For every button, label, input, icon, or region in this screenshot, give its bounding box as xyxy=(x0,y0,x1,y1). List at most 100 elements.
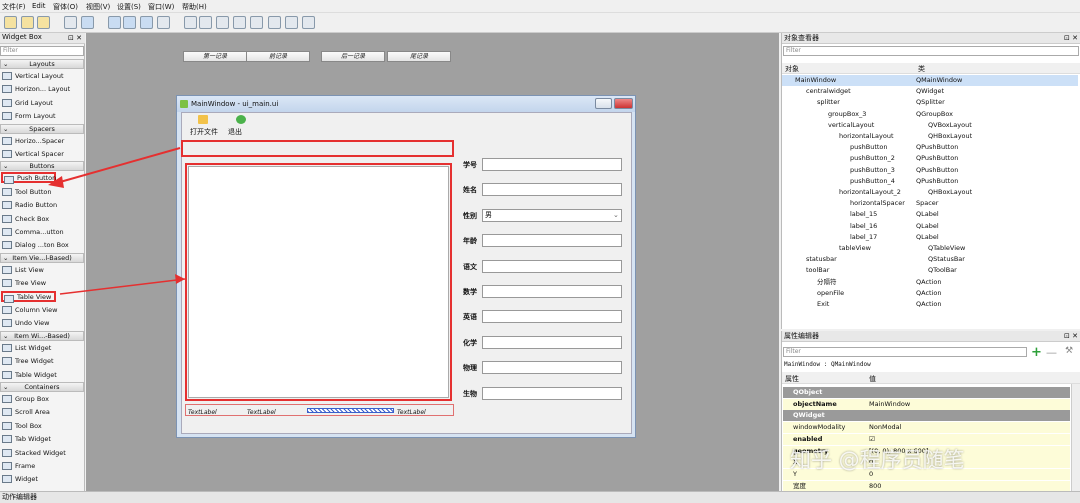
minimize-button[interactable] xyxy=(595,98,612,109)
widget-item[interactable]: Check Box xyxy=(1,213,49,225)
toolbar-tool-icon[interactable] xyxy=(268,16,281,29)
widget-item[interactable]: Vertical Layout xyxy=(1,70,64,82)
chevron-down-icon[interactable]: ⌄ xyxy=(613,211,619,219)
widget-item[interactable]: Group Box xyxy=(1,393,49,405)
property-row[interactable]: windowModality NonModal xyxy=(783,422,1070,434)
object-row[interactable]: pushButton_3 QPushButton xyxy=(782,165,1078,176)
object-filter-input[interactable]: Filter xyxy=(783,46,1079,56)
property-row[interactable]: 宽度 800 xyxy=(783,480,1070,492)
form-input[interactable] xyxy=(482,158,622,171)
widget-item[interactable]: Column View xyxy=(1,304,57,316)
action-icon[interactable] xyxy=(236,115,246,124)
form-input[interactable] xyxy=(482,386,622,400)
property-filter-input[interactable]: Filter xyxy=(783,347,1027,357)
widget-item[interactable]: Tool Box xyxy=(1,420,42,432)
widget-item[interactable]: Undo View xyxy=(1,317,49,329)
form-input[interactable] xyxy=(482,310,622,324)
toolbar-tool-icon[interactable] xyxy=(233,16,246,29)
widget-category[interactable]: ⌄ Buttons xyxy=(0,161,84,172)
widget-category[interactable]: ⌄ Containers xyxy=(0,382,84,392)
form-input[interactable] xyxy=(482,234,622,248)
close-button[interactable] xyxy=(614,98,633,109)
dock-buttons[interactable]: ⊡ ✕ xyxy=(1064,34,1078,42)
property-section[interactable]: QWidget xyxy=(783,410,1070,422)
object-row[interactable]: toolBar QToolBar xyxy=(782,265,1078,276)
toolbar-tool-icon[interactable] xyxy=(81,16,94,29)
widget-item[interactable]: Push Button xyxy=(1,172,56,185)
widget-item[interactable]: Grid Layout xyxy=(1,97,53,109)
widget-item[interactable]: Horizo...Spacer xyxy=(1,135,64,147)
toolbar-tool-icon[interactable] xyxy=(21,16,34,29)
widget-item[interactable]: Vertical Spacer xyxy=(1,148,64,160)
form-input[interactable] xyxy=(482,361,622,375)
toolbar-tool-icon[interactable] xyxy=(108,16,121,29)
dock-buttons[interactable]: ⊡ ✕ xyxy=(1064,332,1078,340)
form-input[interactable] xyxy=(482,285,622,298)
wrench-icon[interactable]: ⚒ xyxy=(1065,346,1073,356)
menu-item[interactable]: 文件(F) xyxy=(2,2,26,12)
widget-item[interactable]: List Widget xyxy=(1,342,51,354)
menu-item[interactable]: 窗体(O) xyxy=(53,2,78,12)
object-row[interactable]: Exit QAction xyxy=(782,299,1078,310)
widget-item[interactable]: List View xyxy=(1,264,44,276)
object-row[interactable]: pushButton_4 QPushButton xyxy=(782,176,1078,187)
widget-item[interactable]: Scroll Area xyxy=(1,406,50,418)
toolbar-tool-icon[interactable] xyxy=(184,16,197,29)
object-row[interactable]: label_17 QLabel xyxy=(782,232,1078,243)
nav-push-button[interactable]: 尾记录 xyxy=(387,51,451,62)
widget-filter-input[interactable]: Filter xyxy=(0,46,84,56)
object-row[interactable]: centralwidget QWidget xyxy=(782,86,1078,97)
widget-item[interactable]: Tool Button xyxy=(1,186,51,198)
widget-item[interactable]: Frame xyxy=(1,460,35,472)
form-input[interactable] xyxy=(482,259,622,273)
widget-item[interactable]: Tree Widget xyxy=(1,355,54,367)
object-row[interactable]: horizontalSpacer Spacer xyxy=(782,198,1078,209)
widget-item[interactable]: Widget xyxy=(1,473,38,485)
menu-item[interactable]: 设置(S) xyxy=(117,2,141,12)
widget-item[interactable]: Table View xyxy=(1,290,56,303)
remove-property-icon[interactable]: — xyxy=(1046,346,1057,359)
object-row[interactable]: label_15 QLabel xyxy=(782,209,1078,220)
widget-item[interactable]: Tree View xyxy=(1,277,46,289)
form-input[interactable] xyxy=(482,335,622,349)
toolbar-tool-icon[interactable] xyxy=(4,16,17,29)
object-row[interactable]: pushButton QPushButton xyxy=(782,142,1078,153)
object-row[interactable]: pushButton_2 QPushButton xyxy=(782,153,1078,164)
object-row[interactable]: horizontalLayout_2 QHBoxLayout xyxy=(782,187,1078,198)
toolbar-tool-icon[interactable] xyxy=(216,16,229,29)
widget-category[interactable]: ⌄ Layouts xyxy=(0,59,84,69)
nav-push-button[interactable]: 前记录 xyxy=(246,51,310,62)
toolbar-tool-icon[interactable] xyxy=(157,16,170,29)
widget-item[interactable]: Stacked Widget xyxy=(1,447,66,459)
object-row[interactable]: MainWindow QMainWindow xyxy=(782,75,1078,86)
widget-item[interactable]: Form Layout xyxy=(1,110,56,122)
action-editor-bar[interactable]: 动作编辑器 xyxy=(0,491,1080,503)
action-label[interactable]: 打开文件 xyxy=(190,127,218,137)
widget-category[interactable]: ⌄ Item Vie...l-Based) xyxy=(0,252,84,263)
action-icon[interactable] xyxy=(198,115,208,124)
property-row[interactable]: objectName MainWindow xyxy=(783,398,1070,410)
object-row[interactable]: openFile QAction xyxy=(782,288,1078,299)
object-row[interactable]: groupBox_3 QGroupBox xyxy=(782,109,1078,120)
object-row[interactable]: tableView QTableView xyxy=(782,243,1078,254)
toolbar-tool-icon[interactable] xyxy=(250,16,263,29)
object-row[interactable]: statusbar QStatusBar xyxy=(782,254,1078,265)
widget-category[interactable]: ⌄ Item Wi...-Based) xyxy=(0,330,84,341)
object-row[interactable]: splitter QSplitter xyxy=(782,97,1078,108)
toolbar-tool-icon[interactable] xyxy=(302,16,315,29)
object-row[interactable]: horizontalLayout QHBoxLayout xyxy=(782,131,1078,142)
dock-buttons[interactable]: ⊡ ✕ xyxy=(68,34,82,42)
nav-push-button[interactable]: 第一记录 xyxy=(183,51,247,62)
toolbar-tool-icon[interactable] xyxy=(123,16,136,29)
object-row[interactable]: verticalLayout QVBoxLayout xyxy=(782,120,1078,131)
widget-item[interactable]: Comma...utton xyxy=(1,226,64,238)
object-row[interactable]: label_16 QLabel xyxy=(782,221,1078,232)
form-input[interactable] xyxy=(482,183,622,197)
property-section[interactable]: QObject xyxy=(783,387,1070,398)
menu-item[interactable]: 窗口(W) xyxy=(148,2,174,12)
toolbar-tool-icon[interactable] xyxy=(140,16,153,29)
toolbar-tool-icon[interactable] xyxy=(37,16,50,29)
toolbar-tool-icon[interactable] xyxy=(199,16,212,29)
gender-combo[interactable]: 男 xyxy=(482,208,622,222)
toolbar-tool-icon[interactable] xyxy=(64,16,77,29)
